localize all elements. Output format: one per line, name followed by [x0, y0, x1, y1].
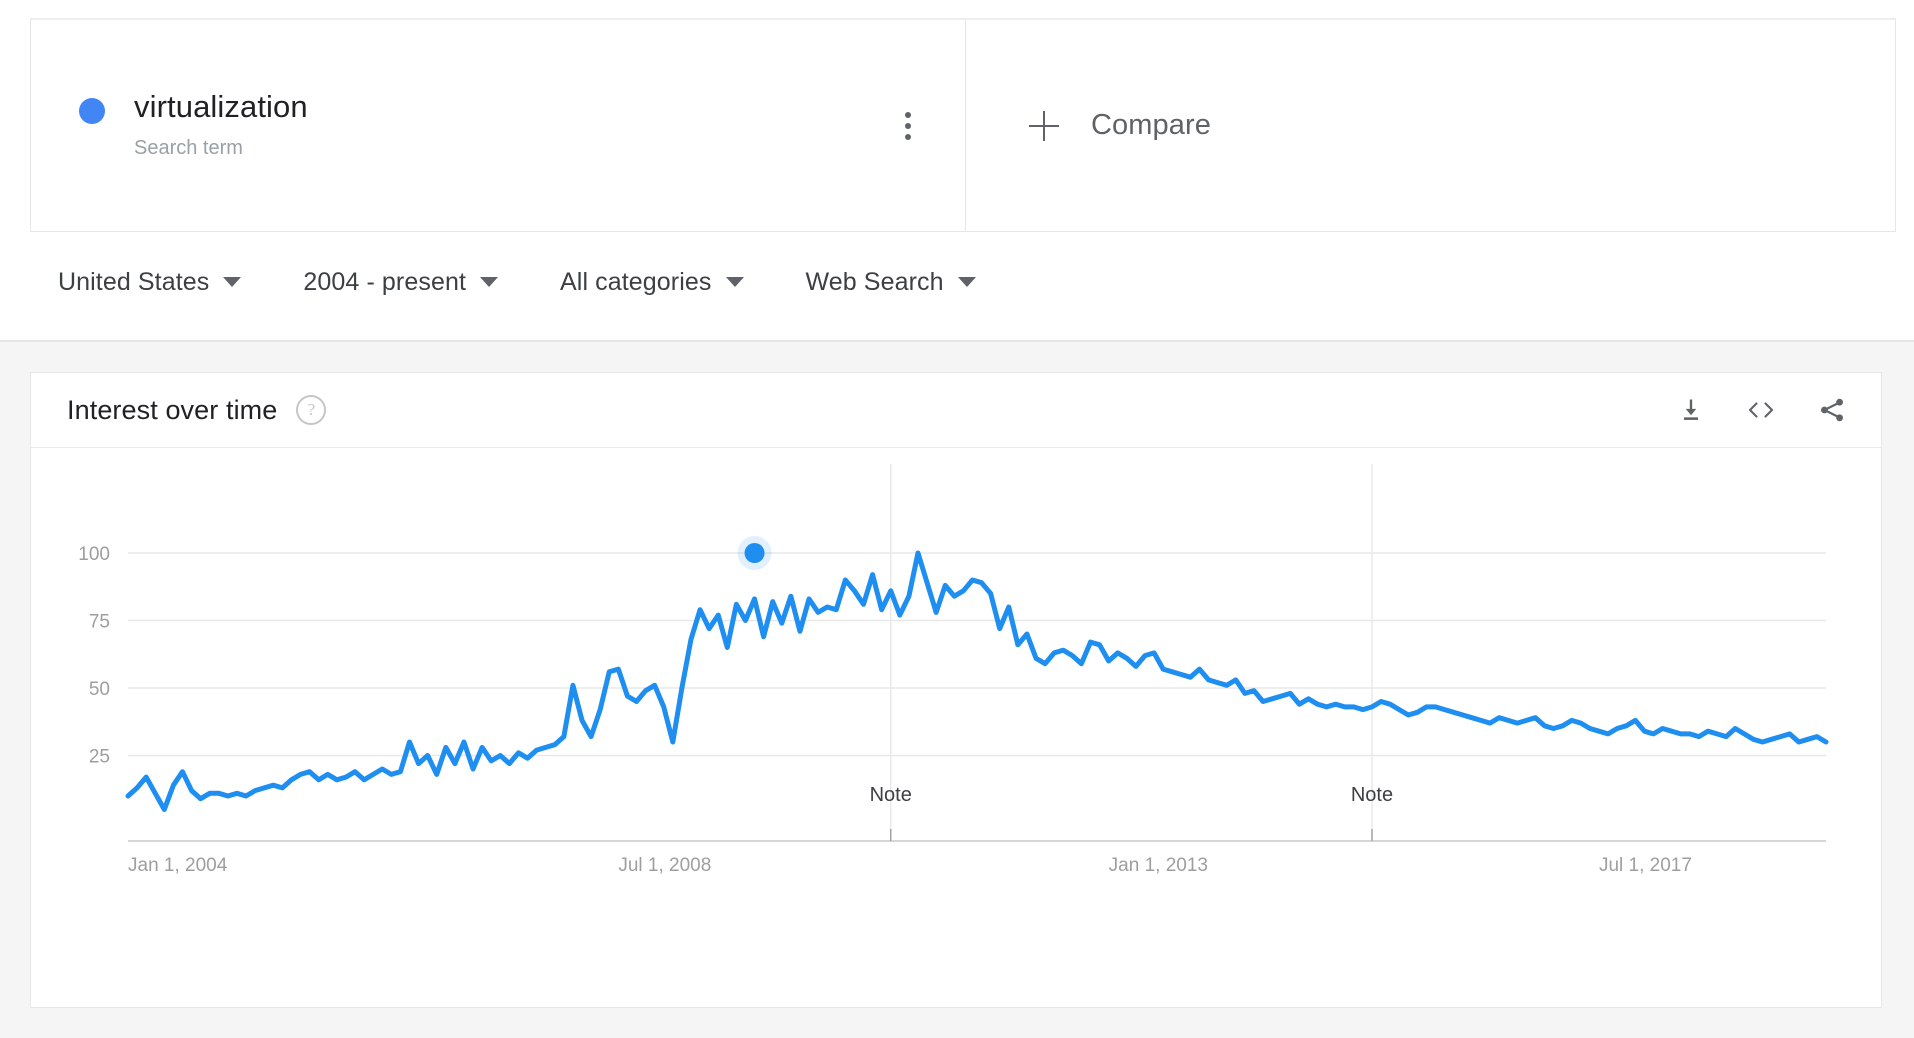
chart-highlight-point[interactable] — [744, 543, 765, 563]
chart-canvas: 25 50 75 100 Note Note Jan 1, 2004 Jul 1, 2008 J… — [78, 464, 1829, 876]
kebab-menu-icon[interactable] — [893, 105, 923, 147]
kebab-dot — [905, 122, 911, 129]
embed-code-icon[interactable] — [1745, 396, 1777, 424]
svg-text:Jul 1, 2008: Jul 1, 2008 — [618, 855, 711, 876]
search-term-type-label: Search term — [134, 137, 243, 159]
card-header: Interest over time ? — [31, 373, 1881, 448]
svg-text:Jan 1, 2013: Jan 1, 2013 — [1109, 855, 1208, 876]
filter-category-label: All categories — [560, 267, 712, 296]
search-term-card[interactable]: virtualization Search term — [31, 20, 966, 231]
svg-text:Jan 1, 2004: Jan 1, 2004 — [128, 855, 228, 876]
plus-icon — [1029, 110, 1059, 141]
chevron-down-icon — [957, 277, 976, 287]
search-terms-row: virtualization Search term Compare — [30, 18, 1896, 232]
compare-label: Compare — [1091, 109, 1211, 141]
filter-location-label: United States — [58, 267, 210, 296]
google-trends-page: virtualization Search term Compare Unite… — [0, 0, 1914, 1038]
add-comparison-button[interactable]: Compare — [966, 20, 1895, 231]
filter-search-type-label: Web Search — [805, 267, 944, 296]
svg-text:100: 100 — [78, 544, 110, 565]
kebab-dot — [905, 133, 911, 140]
chevron-down-icon — [223, 277, 242, 287]
kebab-dot — [905, 111, 911, 118]
search-term-content: virtualization Search term — [31, 88, 308, 163]
chevron-down-icon — [725, 277, 744, 287]
filter-search-type[interactable]: Web Search — [806, 268, 976, 297]
filter-location[interactable]: United States — [58, 267, 242, 297]
chevron-down-icon — [480, 277, 499, 287]
svg-text:25: 25 — [89, 747, 110, 768]
interest-over-time-card: Interest over time ? 25 50 75 100 Note N… — [30, 372, 1882, 1008]
filter-category[interactable]: All categories — [560, 267, 744, 297]
filter-time-range[interactable]: 2004 - present — [303, 267, 499, 297]
series-color-dot — [79, 98, 105, 124]
help-icon[interactable]: ? — [296, 395, 327, 425]
search-term-texts: virtualization Search term — [134, 88, 308, 163]
svg-text:75: 75 — [89, 612, 110, 633]
search-term-label: virtualization — [134, 89, 308, 124]
svg-text:50: 50 — [89, 679, 110, 700]
interest-over-time-chart[interactable]: 25 50 75 100 Note Note Jan 1, 2004 Jul 1, 2008 J… — [31, 448, 1881, 1006]
download-icon[interactable] — [1677, 396, 1705, 424]
svg-text:Note: Note — [870, 784, 912, 806]
content-background: Interest over time ? 25 50 75 100 Note N… — [0, 340, 1914, 1038]
page-title: Interest over time — [67, 394, 278, 425]
card-actions — [1677, 396, 1847, 424]
share-icon[interactable] — [1817, 396, 1847, 424]
svg-text:Note: Note — [1351, 784, 1393, 806]
filter-bar: United States 2004 - present All categor… — [30, 232, 1896, 332]
filter-time-range-label: 2004 - present — [303, 267, 467, 296]
svg-text:Jul 1, 2017: Jul 1, 2017 — [1599, 855, 1692, 876]
